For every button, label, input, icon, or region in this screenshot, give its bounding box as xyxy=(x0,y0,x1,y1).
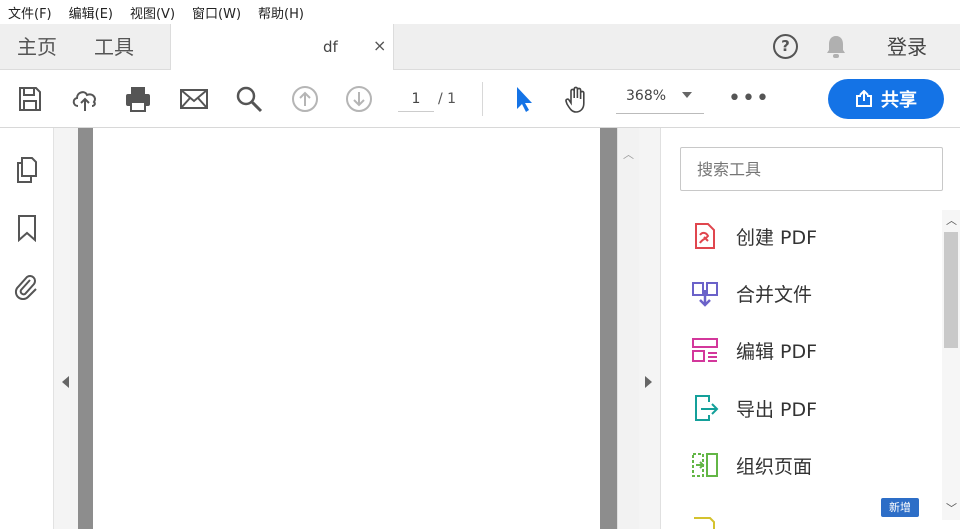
scroll-down-icon[interactable]: ﹀ xyxy=(946,500,957,516)
create-pdf-icon xyxy=(695,223,715,249)
tool-edit-pdf[interactable]: 编辑 PDF xyxy=(690,330,930,370)
next-page-icon[interactable] xyxy=(344,84,374,114)
document-tab-name: df xyxy=(323,38,338,56)
menu-view[interactable]: 视图(V) xyxy=(130,3,175,22)
document-page[interactable] xyxy=(93,128,600,529)
export-pdf-icon xyxy=(695,395,719,421)
scroll-up-icon[interactable]: ︿ xyxy=(946,212,957,228)
save-icon[interactable] xyxy=(15,84,45,114)
page-thumbnails-icon[interactable] xyxy=(14,156,40,184)
tools-scrollbar-thumb[interactable] xyxy=(944,232,958,348)
email-icon[interactable] xyxy=(179,84,209,114)
login-link[interactable]: 登录 xyxy=(887,24,927,70)
tool-label: 合并文件 xyxy=(736,283,813,306)
menu-bar: 文件(F) 编辑(E) 视图(V) 窗口(W) 帮助(H) xyxy=(0,0,960,24)
expand-left-icon[interactable] xyxy=(62,376,69,388)
document-scrollbar[interactable] xyxy=(617,128,639,529)
tool-label: 编辑 PDF xyxy=(736,340,818,363)
right-pane-collapse-bar[interactable] xyxy=(639,128,661,529)
menu-help[interactable]: 帮助(H) xyxy=(258,3,304,22)
share-icon xyxy=(856,90,872,107)
select-pointer-icon[interactable] xyxy=(510,84,540,114)
page-number-input[interactable]: 1 xyxy=(398,86,434,112)
search-icon[interactable] xyxy=(234,84,264,114)
new-badge: 新增 xyxy=(881,498,919,517)
menu-window[interactable]: 窗口(W) xyxy=(192,3,241,22)
tab-document[interactable]: df × xyxy=(170,24,394,70)
menu-edit[interactable]: 编辑(E) xyxy=(69,3,113,22)
hand-tool-icon[interactable] xyxy=(562,84,592,114)
toolbar-divider xyxy=(482,82,483,116)
left-pane-collapse-bar[interactable] xyxy=(54,128,78,529)
share-label: 共享 xyxy=(881,90,917,111)
left-navigation-pane xyxy=(0,128,54,529)
previous-page-icon[interactable] xyxy=(290,84,320,114)
print-icon[interactable] xyxy=(123,84,153,114)
attachment-icon[interactable] xyxy=(12,272,40,300)
organize-pages-icon xyxy=(692,453,718,477)
tool-label: 导出 PDF xyxy=(736,398,818,421)
bookmark-icon[interactable] xyxy=(16,214,38,242)
tab-bar: 主页 工具 df × ? 登录 xyxy=(0,24,960,70)
close-icon[interactable]: × xyxy=(373,36,386,55)
tool-label: 创建 PDF xyxy=(736,226,818,249)
tool-combine-files[interactable]: 合并文件 xyxy=(690,273,930,313)
tool-export-pdf[interactable]: 导出 PDF xyxy=(690,388,930,428)
tab-tools[interactable]: 工具 xyxy=(94,24,134,70)
cloud-upload-icon[interactable] xyxy=(70,84,100,114)
menu-file[interactable]: 文件(F) xyxy=(8,3,52,22)
tool-label: 组织页面 xyxy=(736,455,813,478)
tab-home[interactable]: 主页 xyxy=(17,24,57,70)
tool-organize-pages[interactable]: 组织页面 xyxy=(690,445,930,485)
scroll-up-icon[interactable]: ︿ xyxy=(623,146,634,162)
page-total: / 1 xyxy=(438,91,457,107)
document-gutter-right xyxy=(600,128,617,529)
tool-search-input[interactable] xyxy=(680,147,943,191)
collapse-right-icon[interactable] xyxy=(645,376,652,388)
edit-pdf-icon xyxy=(692,338,718,362)
more-options-icon[interactable]: ••• xyxy=(728,86,770,111)
chevron-down-icon[interactable] xyxy=(682,92,692,98)
combine-files-icon xyxy=(692,282,718,307)
zoom-value[interactable]: 368% xyxy=(626,88,666,104)
share-button[interactable]: 共享 xyxy=(828,79,944,119)
bell-icon[interactable] xyxy=(825,34,847,60)
toolbar xyxy=(0,70,960,128)
document-gutter-left xyxy=(78,128,93,529)
tool-create-pdf[interactable]: 创建 PDF xyxy=(690,216,930,256)
tool-partial-icon xyxy=(694,517,715,529)
help-icon[interactable]: ? xyxy=(773,34,798,59)
